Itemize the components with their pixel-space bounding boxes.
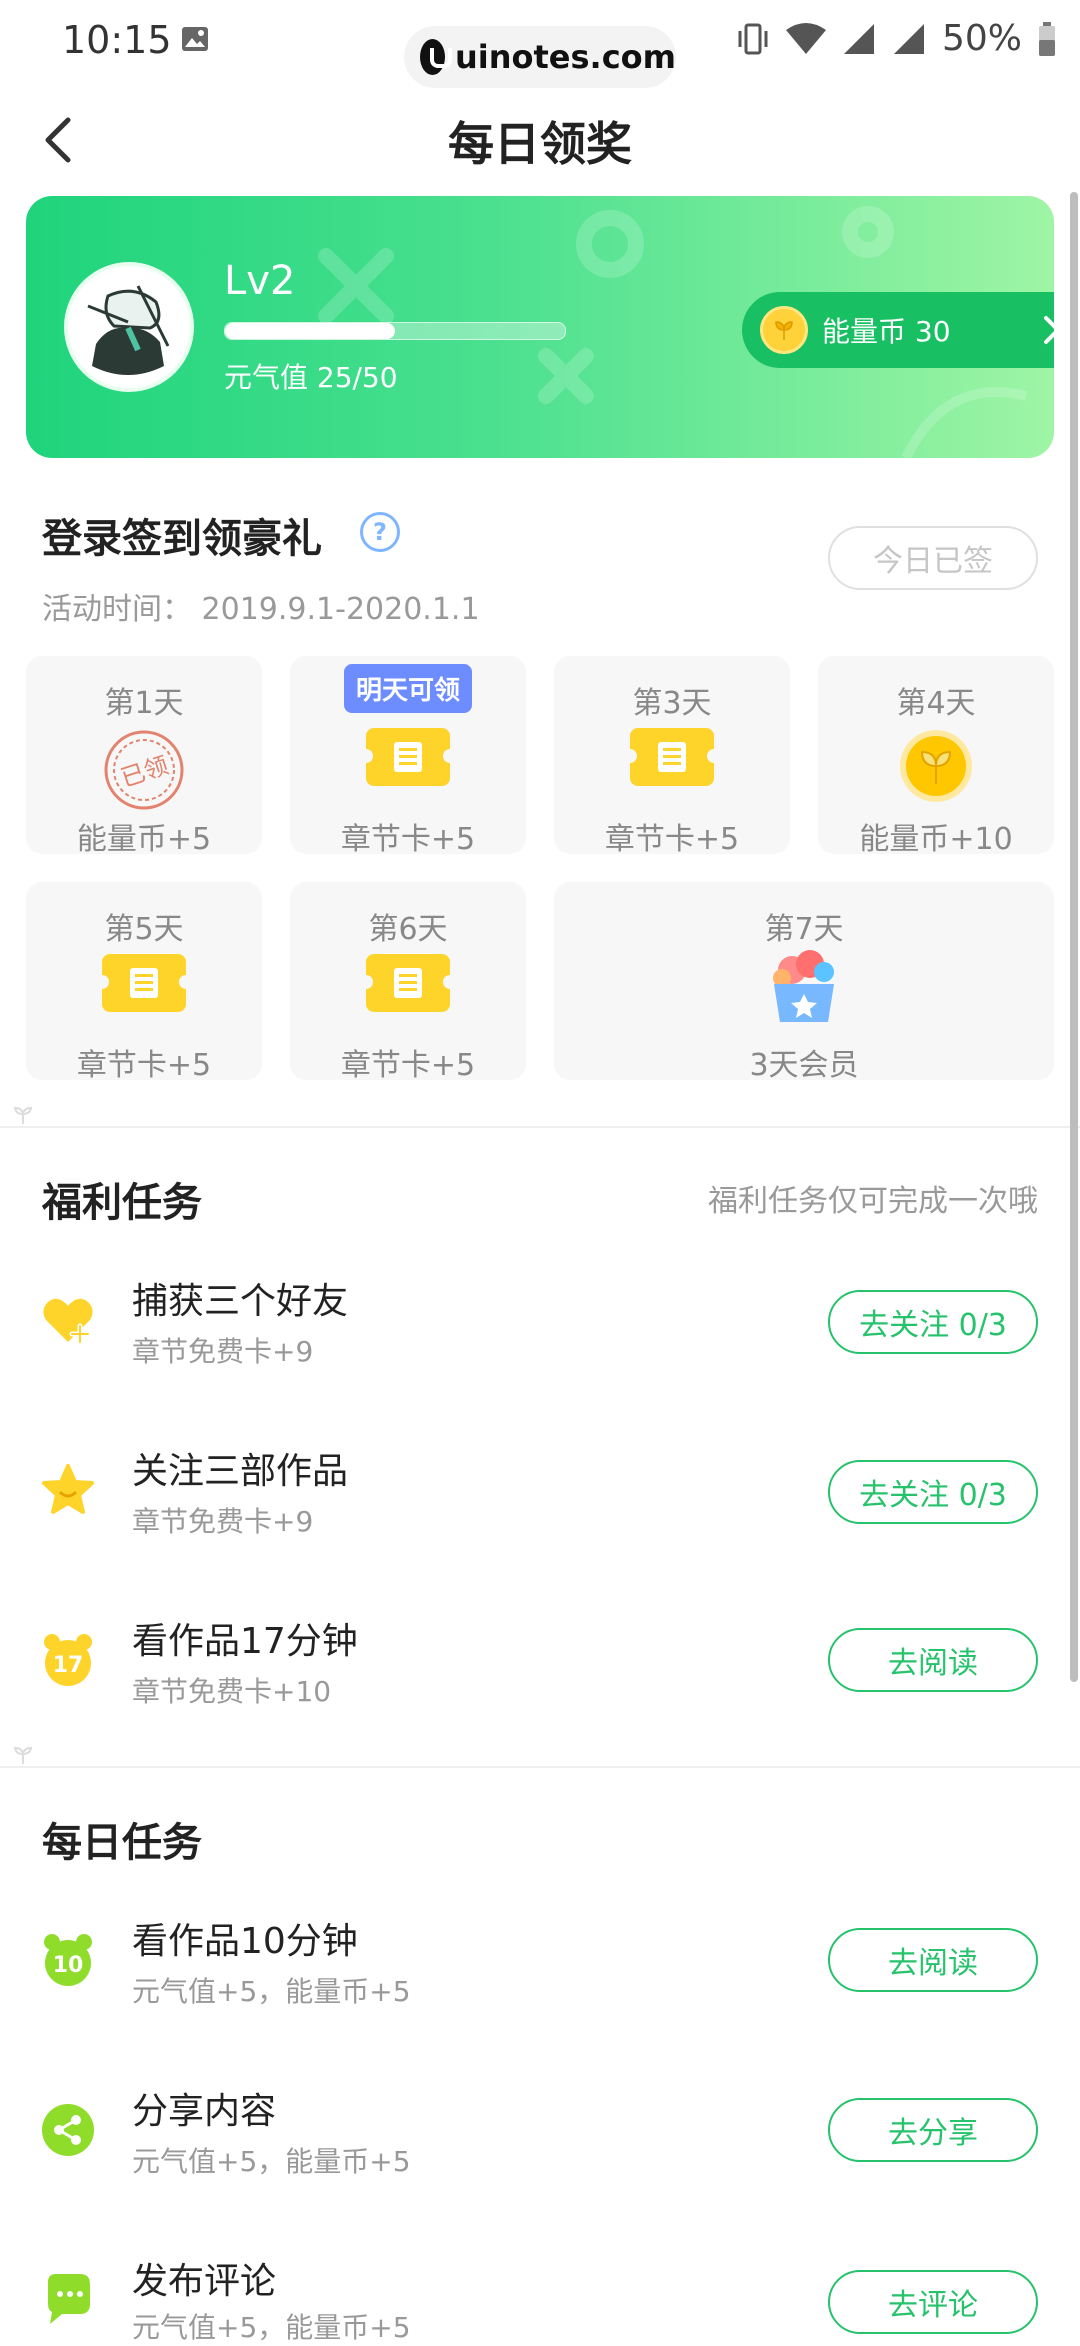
follow-friends-button[interactable]: 去关注 0/3 [828,1290,1038,1354]
vibrate-icon [738,23,768,54]
help-icon[interactable]: ? [360,512,400,552]
task-title: 看作品17分钟 [132,1621,358,1662]
gift-basket-icon [762,942,846,1030]
day-reward: 章节卡+5 [604,822,740,857]
avatar[interactable] [64,262,194,392]
watermark-badge: uinotes.com [404,26,676,88]
day-label: 第5天 [104,912,184,947]
day-label: 第4天 [896,686,976,721]
task-title: 捕获三个好友 [132,1281,349,1322]
svg-text:17: 17 [53,1653,84,1678]
ticket-icon [623,728,721,786]
ticket-icon [95,954,193,1012]
day-label: 第6天 [368,912,448,947]
daily-title: 每日任务 [42,1820,202,1866]
day-reward: 章节卡+5 [340,822,476,857]
welfare-title: 福利任务 [42,1180,202,1226]
star-icon [40,1462,96,1518]
level-banner: Lv2 元气值 25/50 能量币 30 [26,196,1054,458]
comment-button[interactable]: 去评论 [828,2270,1038,2334]
follow-works-button[interactable]: 去关注 0/3 [828,1460,1038,1524]
read-10min-button[interactable]: 去阅读 [828,1928,1038,1992]
tomorrow-badge: 明天可领 [343,664,473,713]
vitality-progress-bar [224,322,566,340]
vitality-progress-fill [225,323,395,339]
signin-title: 登录签到领豪礼 [42,516,322,562]
day-card-5[interactable]: 第5天 章节卡+5 [26,882,262,1083]
signal-icon [843,23,874,54]
watermark-text: uinotes.com [454,38,676,76]
wifi-icon [785,22,826,54]
watermark-logo-icon [420,39,452,75]
signed-today-button[interactable]: 今日已签 [828,526,1038,590]
activity-time: 活动时间： 2019.9.1-2020.1.1 [42,592,480,627]
page-title: 每日领奖 [448,117,632,171]
task-subtitle: 元气值+5，能量币+5 [132,2145,411,2178]
day-card-3[interactable]: 第3天 章节卡+5 [554,656,790,857]
day-label: 第1天 [104,686,184,721]
timer-10-icon: 10 [40,1932,96,1988]
energy-coin-button[interactable]: 能量币 30 [742,292,1054,368]
timer-17-icon: 17 [40,1632,96,1688]
coin-icon [898,728,974,808]
vitality-value: 元气值 25/50 [224,361,398,394]
battery-percent: 50% [941,18,1022,59]
task-subtitle: 元气值+5，能量币+5 [132,2311,411,2344]
section-divider [0,1126,1080,1128]
day-reward: 章节卡+5 [76,1048,212,1083]
section-divider [0,1766,1080,1768]
task-subtitle: 元气值+5，能量币+5 [132,1975,411,2008]
day-reward: 3天会员 [749,1048,859,1083]
task-title: 关注三部作品 [132,1451,349,1492]
svg-text:10: 10 [53,1953,84,1978]
day-card-4[interactable]: 第4天 能量币+10 [818,656,1054,857]
day-card-2[interactable]: 明天可领 章节卡+5 [290,656,526,857]
ticket-icon [359,954,457,1012]
status-indicators: 50% [736,18,1056,59]
task-title: 发布评论 [132,2261,277,2302]
day-reward: 能量币+10 [859,822,1013,857]
day-reward: 章节卡+5 [340,1048,476,1083]
welfare-note: 福利任务仅可完成一次哦 [708,1184,1038,1219]
sprout-icon [13,1106,33,1124]
task-subtitle: 章节免费卡+10 [132,1675,332,1708]
signal-icon-2 [893,23,924,54]
energy-coin-icon [760,306,808,354]
task-title: 分享内容 [132,2091,277,2132]
day-card-6[interactable]: 第6天 章节卡+5 [290,882,526,1083]
task-subtitle: 章节免费卡+9 [132,1505,314,1538]
sprout-icon [13,1746,33,1764]
svg-text:已领: 已领 [117,751,171,792]
share-button[interactable]: 去分享 [828,2098,1038,2162]
level-label: Lv2 [224,258,296,304]
chevron-right-icon [1044,316,1054,344]
comment-icon [40,2270,96,2326]
day-card-7[interactable]: 第7天 3天会员 [554,882,1054,1083]
stamp-icon: 已领 [102,728,186,816]
status-bar: 10:15 uinotes.com 50% [0,0,1080,88]
energy-coin-label: 能量币 30 [822,315,951,348]
day-reward: 能量币+5 [76,822,212,857]
read-17min-button[interactable]: 去阅读 [828,1628,1038,1692]
ticket-icon [359,728,457,786]
image-notification-icon [180,24,210,54]
scrollbar[interactable] [1070,192,1078,1682]
battery-icon [1039,21,1055,56]
day-card-1[interactable]: 第1天 已领 能量币+5 [26,656,262,857]
share-icon [40,2102,96,2158]
task-subtitle: 章节免费卡+9 [132,1335,314,1368]
avatar-illustration [68,266,190,388]
heart-plus-icon [40,1292,96,1348]
day-label: 第3天 [632,686,712,721]
status-time: 10:15 [62,18,172,62]
task-title: 看作品10分钟 [132,1921,358,1962]
